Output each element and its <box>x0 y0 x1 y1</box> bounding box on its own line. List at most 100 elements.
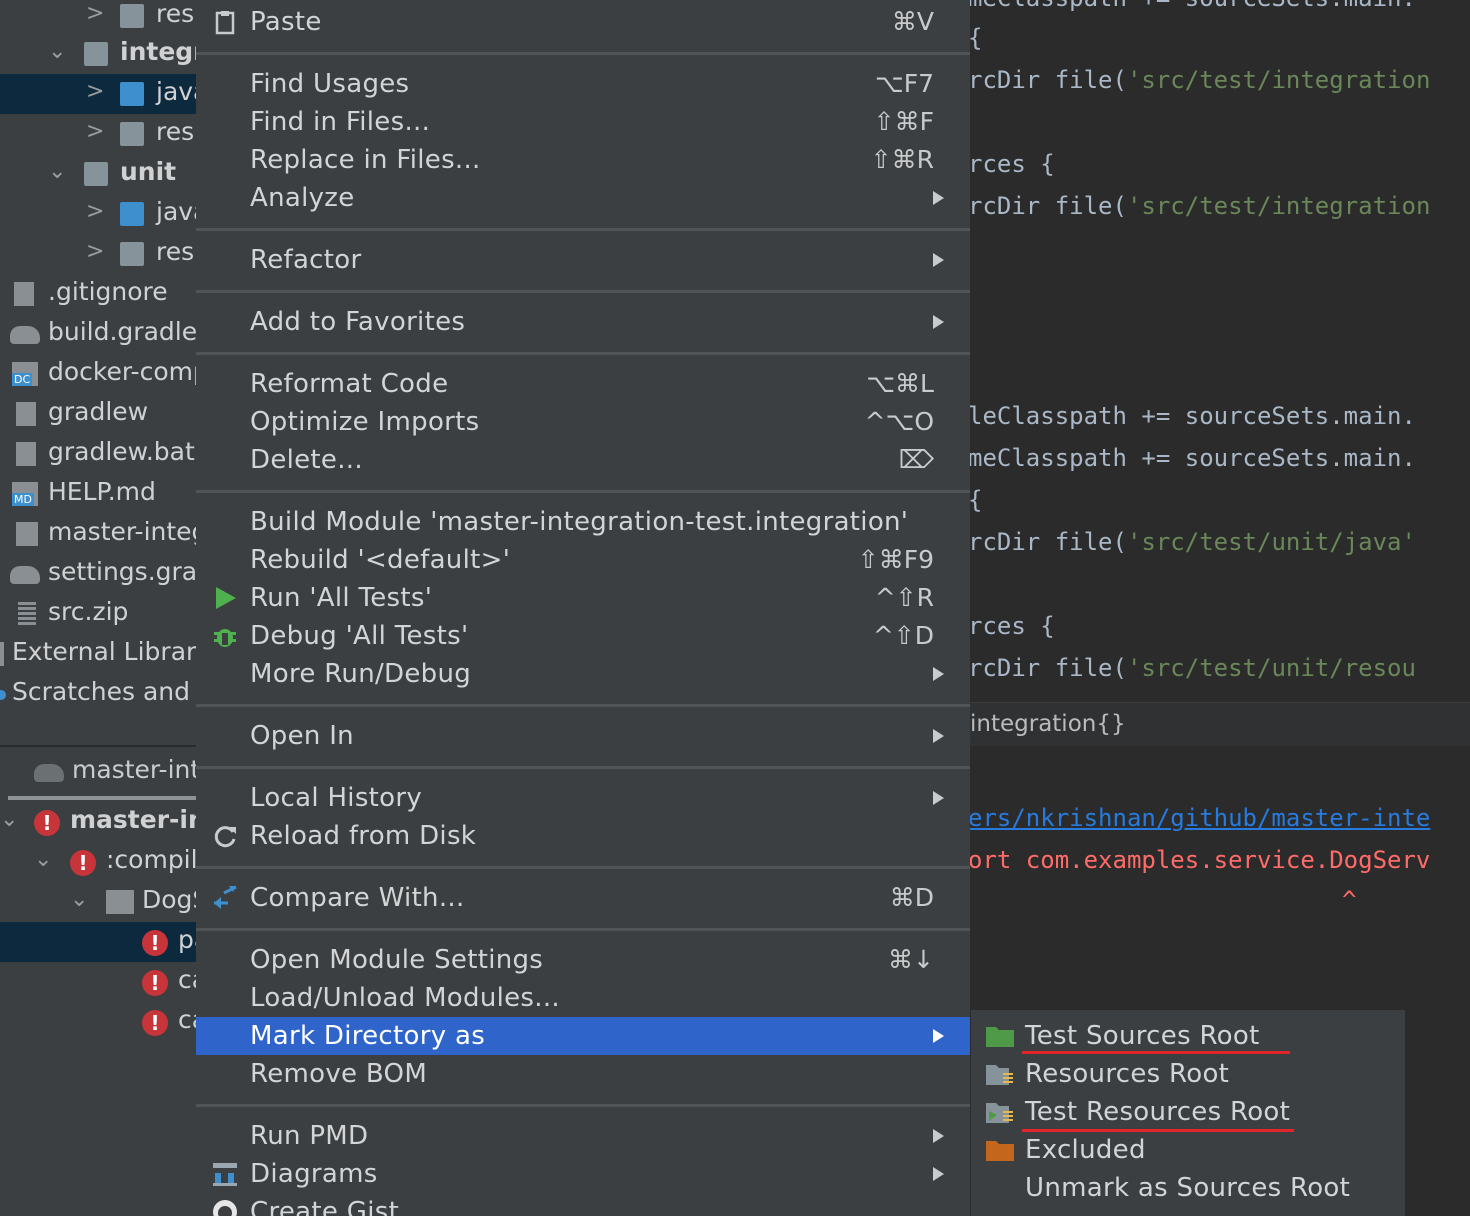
build-row-error-selected[interactable]: ! package <box>0 922 200 962</box>
tree-item-res[interactable]: > res <box>0 234 200 274</box>
debug-bug-icon <box>212 623 238 649</box>
tree-item-docker-compose[interactable]: DC docker-compose <box>0 354 200 394</box>
tree-item-external-libraries[interactable]: External Libraries <box>0 634 200 674</box>
chevron-right-icon[interactable]: > <box>86 79 104 104</box>
menu-item-compare-with[interactable]: Compare With... ⌘D <box>196 879 970 917</box>
menu-item-load-unload-modules[interactable]: Load/Unload Modules... <box>196 979 970 1017</box>
tree-item-res[interactable]: > res <box>0 114 200 154</box>
tree-item-help-md[interactable]: MD HELP.md <box>0 474 200 514</box>
menu-separator <box>196 928 970 931</box>
chevron-down-icon[interactable]: ⌄ <box>34 847 52 872</box>
tree-item-module-file[interactable]: master-integration <box>0 514 200 554</box>
menu-item-rebuild[interactable]: Rebuild '<default>' ⇧⌘F9 <box>196 541 970 579</box>
build-row-project[interactable]: ⌄ ! master-integration <box>0 802 200 842</box>
submenu-arrow-icon <box>933 1167 944 1181</box>
menu-item-mark-directory-as[interactable]: Mark Directory as <box>196 1017 970 1055</box>
chevron-right-icon[interactable]: > <box>86 1 104 26</box>
menu-item-replace-in-files[interactable]: Replace in Files... ⇧⌘R <box>196 141 970 179</box>
tree-item-build-gradle[interactable]: build.gradle <box>0 314 200 354</box>
chevron-down-icon[interactable]: ⌄ <box>48 39 66 64</box>
submenu-item-unmark-as-sources-root[interactable]: Unmark as Sources Root <box>971 1169 1405 1207</box>
tree-item-src-zip[interactable]: src.zip <box>0 594 200 634</box>
build-row-file[interactable]: ⌄ DogService.java <box>0 882 200 922</box>
menu-item-run-all-tests[interactable]: Run 'All Tests' ^⇧R <box>196 579 970 617</box>
menu-item-reload-from-disk[interactable]: Reload from Disk <box>196 817 970 855</box>
diagram-icon <box>212 1161 238 1187</box>
tree-item-java-selected[interactable]: > java <box>0 74 200 114</box>
submenu-item-resources-root[interactable]: Resources Root <box>971 1055 1405 1093</box>
submenu-arrow-icon <box>933 315 944 329</box>
tree-item-res[interactable]: > res <box>0 0 200 36</box>
active-tab-indicator <box>8 796 200 800</box>
menu-item-build-module[interactable]: Build Module 'master-integration-test.in… <box>196 503 970 541</box>
menu-item-debug-all-tests[interactable]: Debug 'All Tests' ^⇧D <box>196 617 970 655</box>
submenu-arrow-icon <box>933 1129 944 1143</box>
code-line: rces { <box>968 612 1055 640</box>
code-line: rcDir file('src/test/unit/resou <box>968 654 1416 682</box>
github-icon <box>212 1199 238 1216</box>
menu-item-diagrams[interactable]: Diagrams <box>196 1155 970 1193</box>
menu-item-refactor[interactable]: Refactor <box>196 241 970 279</box>
module-folder-icon <box>84 162 108 186</box>
menu-item-add-to-favorites[interactable]: Add to Favorites <box>196 303 970 341</box>
build-tab[interactable]: master-integration <box>0 752 200 792</box>
gradle-elephant-icon <box>10 326 40 344</box>
compare-arrows-icon <box>212 885 238 911</box>
submenu-item-excluded[interactable]: Excluded <box>971 1131 1405 1169</box>
menu-item-open-module-settings[interactable]: Open Module Settings ⌘↓ <box>196 941 970 979</box>
menu-separator <box>196 290 970 293</box>
breadcrumb[interactable]: integration{} <box>970 711 1126 737</box>
menu-item-run-pmd[interactable]: Run PMD <box>196 1117 970 1155</box>
tree-item-gradlew-bat[interactable]: gradlew.bat <box>0 434 200 474</box>
tree-item-gradlew[interactable]: gradlew <box>0 394 200 434</box>
tree-item-gitignore[interactable]: .gitignore <box>0 274 200 314</box>
menu-item-reformat-code[interactable]: Reformat Code ⌥⌘L <box>196 365 970 403</box>
resources-folder-icon <box>120 122 144 146</box>
menu-separator <box>196 704 970 707</box>
resources-folder-icon <box>120 242 144 266</box>
tree-item-settings-gradle[interactable]: settings.gradle <box>0 554 200 594</box>
test-sources-folder-icon <box>985 1023 1015 1049</box>
code-line: { <box>968 486 983 514</box>
submenu-arrow-icon <box>933 667 944 681</box>
submenu-item-test-resources-root[interactable]: Test Resources Root <box>971 1093 1405 1131</box>
menu-item-paste[interactable]: Paste ⌘V <box>196 3 970 41</box>
code-line: rcDir file('src/test/integration <box>968 192 1431 220</box>
error-icon: ! <box>142 1010 168 1036</box>
reload-icon <box>212 823 238 849</box>
markdown-file-icon: MD <box>12 482 38 506</box>
chevron-down-icon[interactable]: ⌄ <box>48 159 66 184</box>
menu-item-create-gist[interactable]: Create Gist... <box>196 1193 970 1216</box>
tree-item-java[interactable]: > java <box>0 194 200 234</box>
menu-item-more-run-debug[interactable]: More Run/Debug <box>196 655 970 693</box>
chevron-right-icon[interactable]: > <box>86 239 104 264</box>
chevron-right-icon[interactable]: > <box>86 199 104 224</box>
menu-item-optimize-imports[interactable]: Optimize Imports ^⌥O <box>196 403 970 441</box>
build-row-error[interactable]: ! cannot <box>0 962 200 1002</box>
tree-item-unit[interactable]: ⌄ unit <box>0 154 200 194</box>
build-row-compile[interactable]: ⌄ ! :compileJava <box>0 842 200 882</box>
panel-divider <box>0 745 200 747</box>
chevron-down-icon[interactable]: ⌄ <box>70 887 88 912</box>
menu-item-delete[interactable]: Delete... ⌦ <box>196 441 970 479</box>
tree-item-integration[interactable]: ⌄ integr <box>0 34 200 74</box>
build-row-error[interactable]: ! cannot <box>0 1002 200 1042</box>
menu-separator <box>196 866 970 869</box>
menu-item-local-history[interactable]: Local History <box>196 779 970 817</box>
chevron-right-icon[interactable]: > <box>86 119 104 144</box>
zip-file-icon <box>18 602 36 626</box>
chevron-down-icon[interactable]: ⌄ <box>0 807 18 832</box>
code-line: meClasspath += sourceSets.main. <box>968 0 1416 12</box>
menu-item-find-usages[interactable]: Find Usages ⌥F7 <box>196 65 970 103</box>
submenu-item-test-sources-root[interactable]: Test Sources Root <box>971 1017 1405 1055</box>
menu-item-remove-bom[interactable]: Remove BOM <box>196 1055 970 1093</box>
console-path-link[interactable]: ers/nkrishnan/github/master-inte <box>968 804 1430 832</box>
menu-separator <box>196 52 970 55</box>
menu-item-open-in[interactable]: Open In <box>196 717 970 755</box>
menu-item-find-in-files[interactable]: Find in Files... ⇧⌘F <box>196 103 970 141</box>
excluded-folder-icon <box>985 1137 1015 1163</box>
tree-item-scratches[interactable]: Scratches and Consoles <box>0 674 200 714</box>
menu-item-analyze[interactable]: Analyze <box>196 179 970 217</box>
run-play-icon <box>212 585 238 611</box>
project-tree-panel: > res ⌄ integr > java > res ⌄ unit > jav… <box>0 0 200 1216</box>
